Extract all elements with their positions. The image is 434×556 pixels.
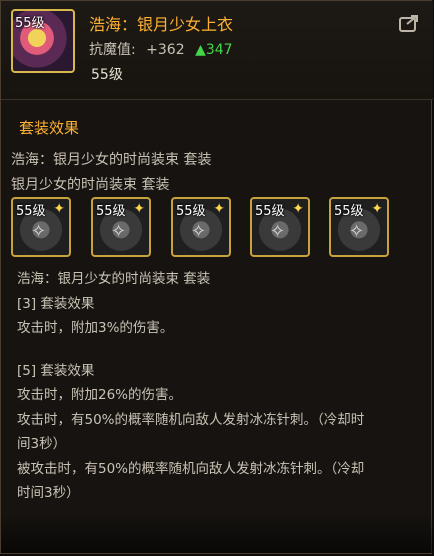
star-icon: ✦: [292, 201, 304, 217]
set-piece[interactable]: 55级 ✦ ✧: [250, 197, 310, 257]
item-icon[interactable]: 55级: [11, 9, 75, 73]
set-piece-level: 55级: [255, 204, 285, 219]
bonus5-text3a: 被攻击时，有50%的概率随机向敌人发射冰冻针刺。（冷却: [17, 461, 365, 477]
share-icon[interactable]: [399, 13, 421, 33]
bonus5-text2a: 攻击时，有50%的概率随机向敌人发射冰冻针刺。（冷却时: [17, 412, 365, 428]
bonus5-text3b: 时间3秒）: [17, 485, 80, 501]
set-name-line-2: 银月少女的时尚装束 套装: [11, 177, 170, 193]
bonus5-text2b: 间3秒）: [17, 436, 67, 452]
set-piece-level: 55级: [176, 204, 206, 219]
stat-label: 抗魔值:: [89, 42, 136, 58]
set-piece[interactable]: 55级 ✦ ✧: [11, 197, 71, 257]
item-level: 55级: [91, 67, 123, 83]
sparkle-icon: ✧: [270, 221, 286, 242]
item-tooltip: 55级 浩海：银月少女上衣 抗魔值: +362 ▲347 55级 套装效果 浩海…: [0, 0, 433, 554]
set-piece[interactable]: 55级 ✦ ✧: [329, 197, 389, 257]
bonus5-text1: 攻击时，附加26%的伤害。: [17, 387, 183, 403]
sparkle-icon: ✧: [31, 221, 47, 242]
set-name-line-1: 浩海：银月少女的时尚装束 套装: [11, 152, 212, 168]
bottom-fade: [1, 513, 433, 553]
star-icon: ✦: [53, 201, 65, 217]
bonus3-title: [3] 套装效果: [17, 296, 95, 312]
item-header: 55级 浩海：银月少女上衣 抗魔值: +362 ▲347 55级: [1, 1, 433, 100]
sparkle-icon: ✧: [349, 221, 365, 242]
stat-increase: ▲347: [195, 42, 233, 58]
star-icon: ✦: [213, 201, 225, 217]
set-section-title: 套装效果: [19, 119, 80, 137]
bonus3-text: 攻击时，附加3%的伤害。: [17, 320, 174, 336]
stat-plus: +362: [146, 42, 185, 58]
set-pieces: 55级 ✦ ✧ 55级 ✦ ✧ 55级 ✦ ✧ 55级 ✦ ✧ 55级 ✦ ✧: [11, 197, 431, 261]
bonus5-title: [5] 套装效果: [17, 363, 95, 379]
item-icon-level: 55级: [15, 16, 45, 31]
star-icon: ✦: [371, 201, 383, 217]
sparkle-icon: ✧: [191, 221, 207, 242]
star-icon: ✦: [133, 201, 145, 217]
bonus-header: 浩海：银月少女的时尚装束 套装: [17, 271, 211, 287]
item-stat: 抗魔值: +362 ▲347: [89, 39, 233, 59]
item-title: 浩海：银月少女上衣: [89, 15, 234, 34]
set-piece-level: 55级: [96, 204, 126, 219]
sparkle-icon: ✧: [111, 221, 127, 242]
set-piece[interactable]: 55级 ✦ ✧: [91, 197, 151, 257]
set-piece[interactable]: 55级 ✦ ✧: [171, 197, 231, 257]
set-piece-level: 55级: [16, 204, 46, 219]
set-piece-level: 55级: [334, 204, 364, 219]
